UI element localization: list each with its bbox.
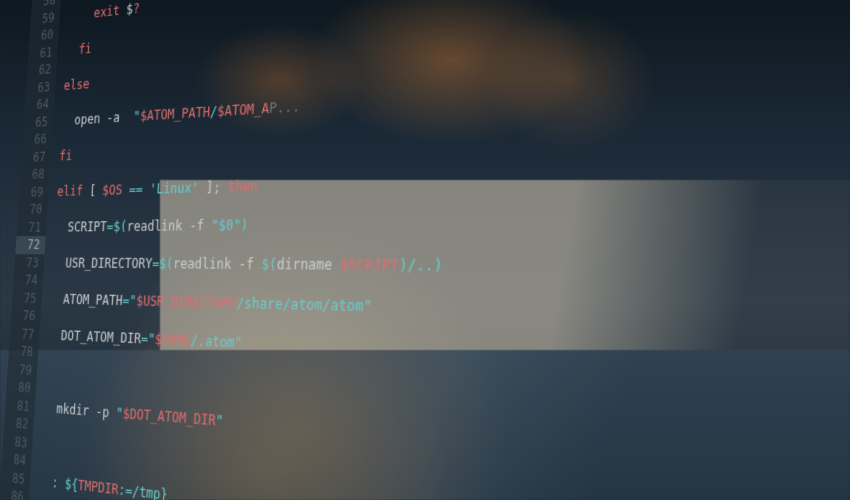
line-number: 74 (13, 271, 38, 289)
line-number: 86 (0, 486, 24, 500)
code-editor: 5859606162636465666768697071727374757677… (0, 0, 850, 500)
line-number: 77 (10, 324, 35, 343)
line-number: 68 (20, 165, 45, 183)
line-number: 73 (14, 254, 39, 272)
line-number: 78 (8, 342, 33, 361)
line-number: 71 (17, 218, 42, 236)
line-number: 67 (21, 148, 46, 167)
code-area: exit $? fi else open -a "$ATOM_PATH/$ATO… (27, 0, 850, 500)
line-number: 76 (11, 307, 36, 326)
line-number: 64 (25, 95, 50, 114)
line-number: 72 (15, 236, 45, 254)
line-number: 80 (6, 378, 31, 398)
code-line: SCRIPT=$(readlink -f "$0") (54, 202, 850, 236)
line-number: 82 (4, 414, 29, 434)
line-number: 60 (29, 26, 54, 46)
line-number: 63 (26, 78, 51, 97)
line-number: 81 (5, 396, 30, 416)
line-number: 69 (19, 183, 44, 201)
line-number: 79 (7, 360, 32, 379)
line-number: 70 (18, 201, 43, 219)
line-number: 83 (3, 432, 28, 452)
line-number: 75 (12, 289, 37, 307)
line-number: 66 (22, 130, 47, 149)
line-number: 65 (23, 113, 48, 132)
line-number: 62 (27, 61, 52, 80)
code-line: USR_DIRECTORY=$(readlink -f $(dirname $S… (52, 254, 850, 283)
